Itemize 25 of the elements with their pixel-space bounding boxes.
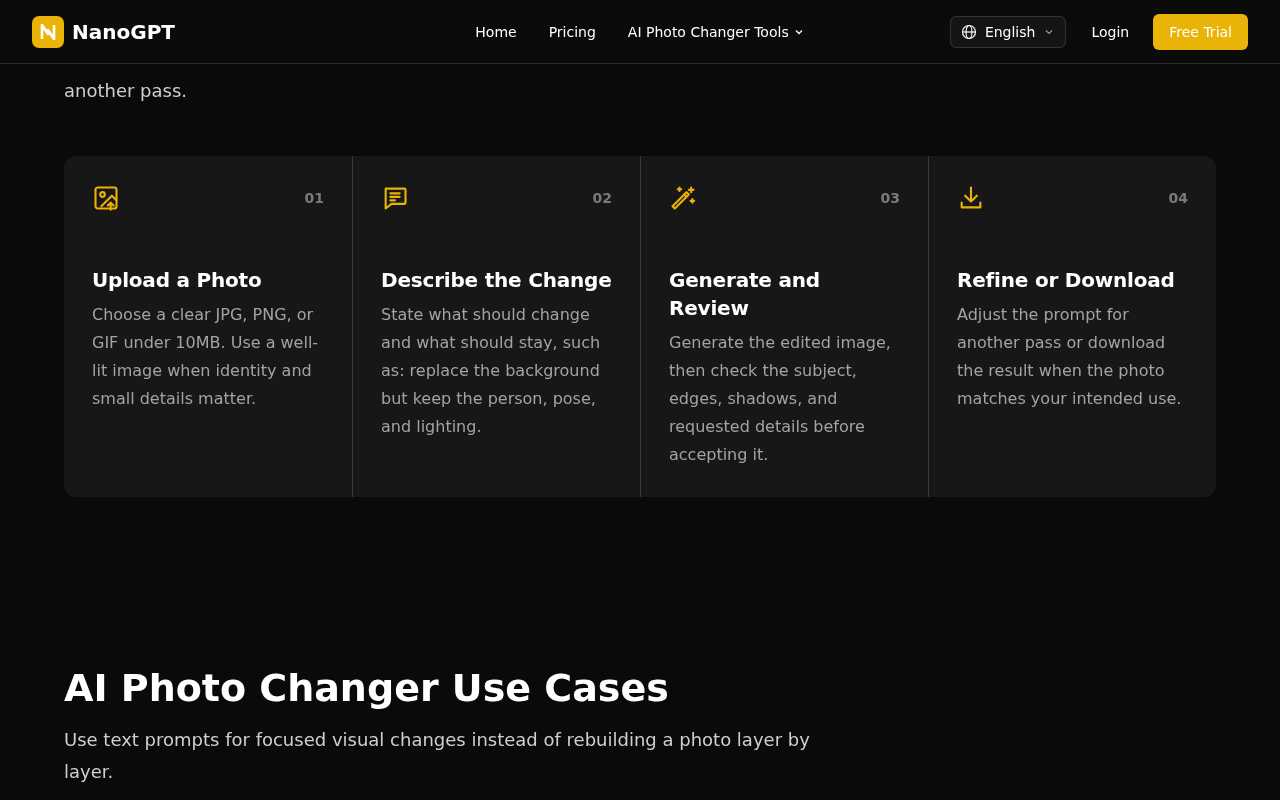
step-number: 01 [304,190,324,206]
brand-name[interactable]: NanoGPT [72,19,175,44]
globe-icon [960,23,977,40]
login-link[interactable]: Login [1091,23,1130,40]
nav-link[interactable]: Pricing [548,23,596,40]
nav-link[interactable]: Home [475,23,517,40]
step-title: Generate and Review [669,267,821,322]
image-upload-icon [92,184,120,212]
language-select[interactable]: English [949,15,1067,48]
step-description: Choose a clear JPG, PNG, or GIF under 10MB. Use a well-lit image when identity and small details matter. [92,304,320,410]
step-description: Generate the edited image, then check the subject, edges, shadows, and requested details before accepting it. [669,332,892,466]
step-description: Adjust the prompt for another pass or download the result when the photo matches your intended use. [957,304,1183,410]
step-number: 02 [592,190,612,206]
section-description: Use text prompts for focused visual changes instead of rebuilding a photo layer by layer. [64,728,811,784]
intro-text: another pass. [64,79,189,103]
magic-wand-icon [669,184,697,212]
step-description: State what should change and what should stay, such as: replace the background but keep the person, pose, and lighting. [381,304,602,438]
logo-icon[interactable] [32,15,64,48]
nav-dropdown[interactable]: AI Photo Changer Tools [627,23,805,40]
step-title: Refine or Download [957,267,1176,294]
step-number: 04 [1168,190,1188,206]
section-heading: AI Photo Changer Use Cases [64,665,670,711]
step-number: 03 [880,190,900,206]
step-title: Describe the Change [381,267,612,294]
step-title: Upload a Photo [92,267,263,294]
